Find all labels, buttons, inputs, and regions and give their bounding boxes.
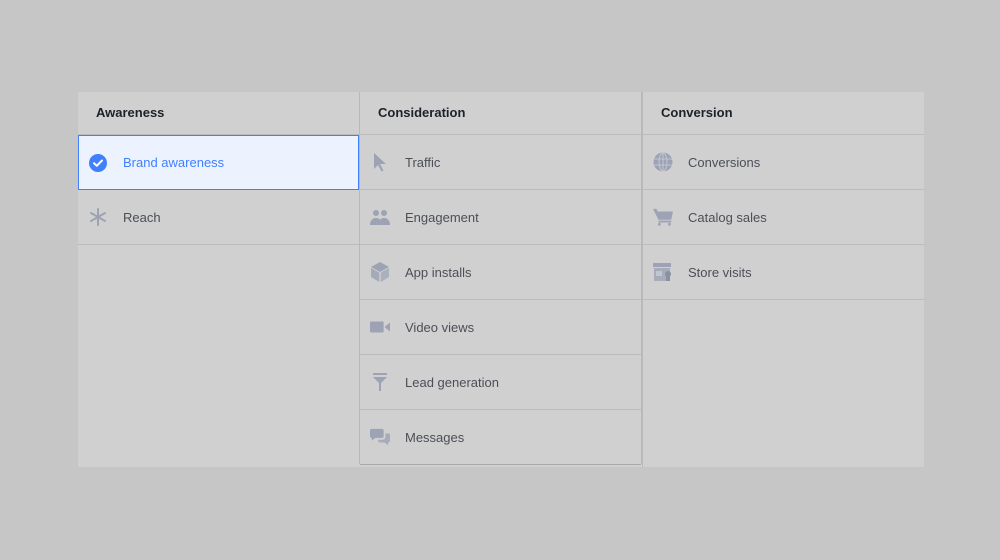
objective-label: Store visits (688, 264, 752, 280)
cart-icon (653, 207, 673, 227)
box-icon (370, 262, 390, 282)
objective-label: Traffic (405, 154, 441, 170)
column-consideration: Consideration Traffic Engagement App ins… (359, 92, 642, 465)
column-awareness: Awareness Brand awareness Reach (78, 92, 359, 467)
check-circle-icon (88, 153, 108, 173)
video-camera-icon (370, 317, 390, 337)
globe-icon (653, 152, 673, 172)
column-conversion: Conversion Conversions Catalog sales Sto… (642, 92, 924, 467)
objective-picker: Awareness Brand awareness Reach Consider… (78, 92, 924, 467)
objective-label: Messages (405, 429, 465, 445)
reach-icon (88, 207, 108, 227)
objective-label: Brand awareness (123, 155, 225, 170)
objective-engagement[interactable]: Engagement (360, 190, 641, 245)
cursor-icon (370, 152, 390, 172)
objective-conversions[interactable]: Conversions (643, 135, 924, 190)
objective-label: Video views (405, 319, 475, 335)
column-header: Consideration (360, 92, 641, 135)
objective-lead-generation[interactable]: Lead generation (360, 355, 641, 410)
funnel-icon (370, 372, 390, 392)
objective-store-visits[interactable]: Store visits (643, 245, 924, 300)
objective-app-installs[interactable]: App installs (360, 245, 641, 300)
objective-video-views[interactable]: Video views (360, 300, 641, 355)
objective-reach[interactable]: Reach (78, 190, 359, 245)
objective-catalog-sales[interactable]: Catalog sales (643, 190, 924, 245)
objective-label: Reach (123, 209, 161, 225)
objective-messages[interactable]: Messages (360, 410, 641, 465)
objective-traffic[interactable]: Traffic (360, 135, 641, 190)
objective-label: Engagement (405, 209, 479, 225)
objective-label: Lead generation (405, 374, 499, 390)
chat-bubbles-icon (370, 427, 390, 447)
column-header: Conversion (643, 92, 924, 135)
people-icon (370, 207, 390, 227)
column-header: Awareness (78, 92, 359, 135)
objective-brand-awareness[interactable]: Brand awareness (78, 135, 359, 190)
objective-label: App installs (405, 264, 472, 280)
objective-label: Catalog sales (688, 209, 767, 225)
objective-label: Conversions (688, 154, 761, 170)
store-icon (653, 262, 673, 282)
